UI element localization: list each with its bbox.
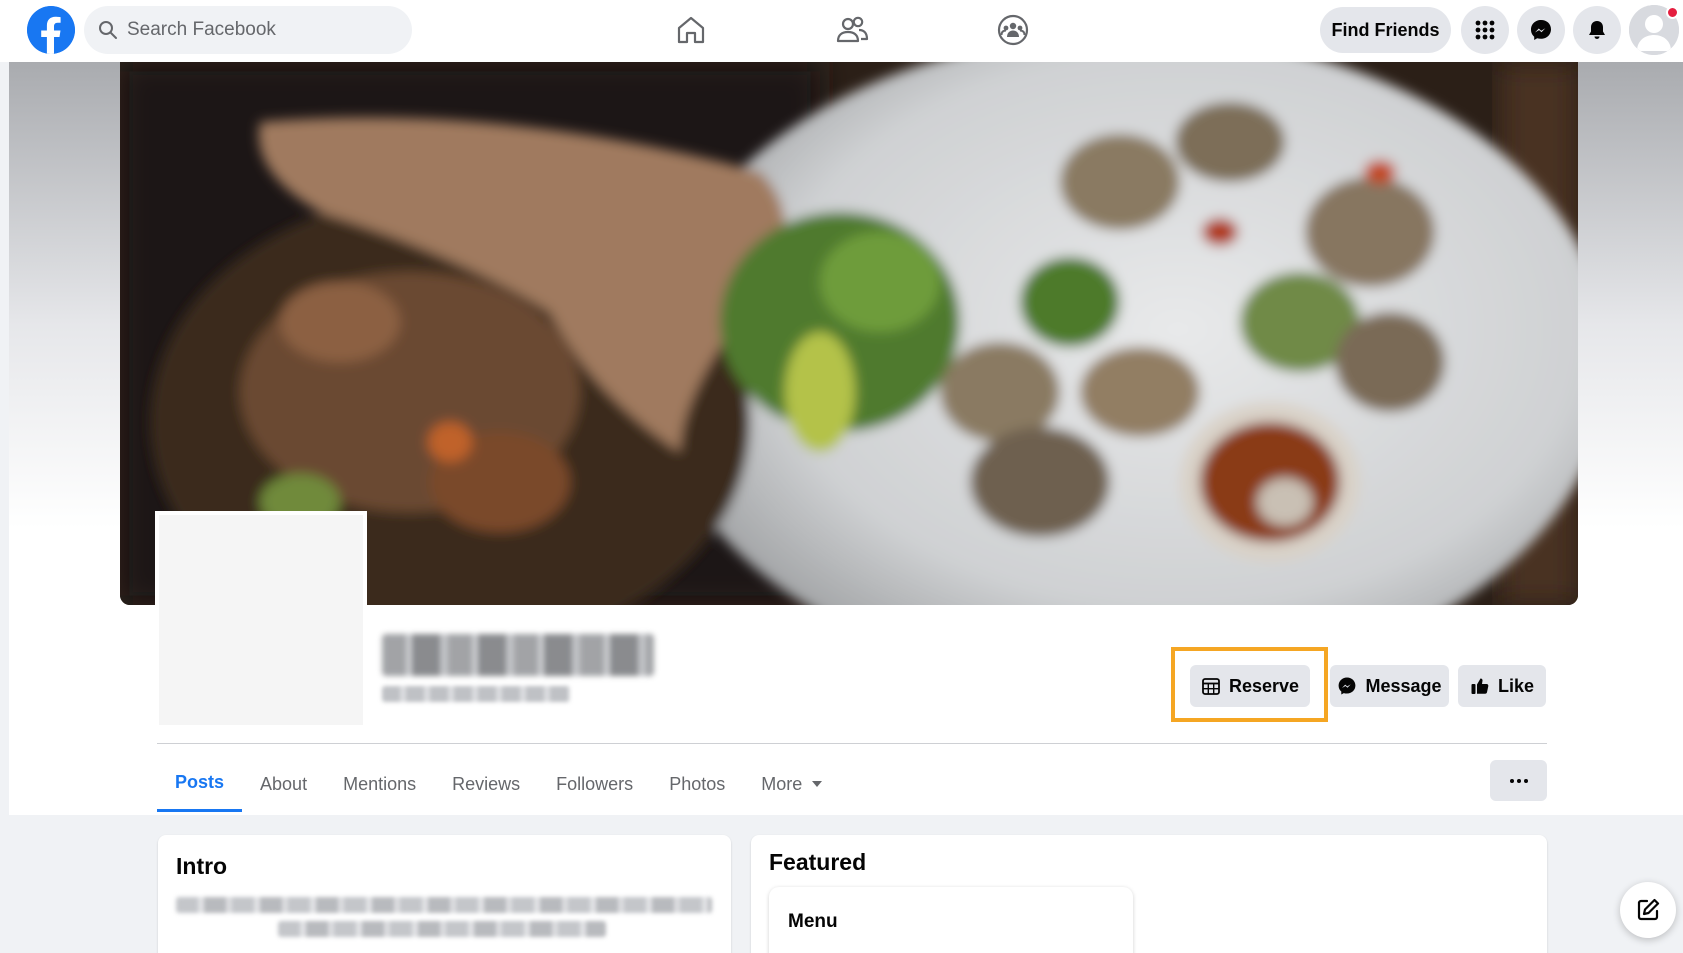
menu-grid-icon	[1475, 20, 1495, 40]
intro-card: Intro	[158, 835, 731, 953]
friends-nav-button[interactable]	[812, 6, 892, 54]
tab-about[interactable]: About	[242, 756, 325, 812]
tab-label: Followers	[556, 773, 634, 794]
tab-label: About	[260, 773, 308, 794]
reserve-highlight-box	[1171, 647, 1328, 722]
tab-mentions[interactable]: Mentions	[325, 756, 434, 812]
groups-nav-button[interactable]	[973, 6, 1053, 54]
compose-icon	[1637, 898, 1660, 921]
dot	[1523, 778, 1528, 783]
intro-title: Intro	[176, 853, 228, 879]
intro-text-redacted	[176, 897, 712, 913]
notifications-button[interactable]	[1573, 6, 1621, 54]
tab-label: Mentions	[343, 773, 417, 794]
tab-followers[interactable]: Followers	[538, 756, 651, 812]
like-label: Like	[1497, 675, 1535, 696]
groups-icon	[997, 14, 1029, 46]
menu-button[interactable]	[1461, 6, 1509, 54]
menu-label: Menu	[788, 911, 838, 932]
dot	[1509, 778, 1514, 783]
page-category-redacted	[382, 686, 570, 702]
tab-posts[interactable]: Posts	[157, 756, 243, 812]
profile-picture[interactable]	[155, 511, 367, 729]
message-button[interactable]: Message	[1330, 665, 1449, 707]
friends-icon	[836, 16, 869, 43]
tab-label: Photos	[669, 773, 726, 794]
new-message-button[interactable]	[1620, 882, 1676, 938]
dot	[1516, 778, 1521, 783]
message-label: Message	[1365, 675, 1442, 696]
featured-title: Featured	[769, 849, 867, 875]
search-icon	[99, 21, 117, 39]
like-button[interactable]: Like	[1458, 665, 1546, 707]
messenger-icon	[1531, 20, 1551, 40]
facebook-logo[interactable]	[27, 6, 75, 54]
profile-tabs: Posts About Mentions Reviews Followers P…	[157, 756, 840, 812]
header-divider	[157, 743, 1547, 744]
top-navigation-bar: Find Friends	[0, 0, 1683, 62]
tab-reviews[interactable]: Reviews	[434, 756, 538, 812]
tab-more[interactable]: More	[743, 756, 840, 812]
find-friends-button[interactable]: Find Friends	[1320, 7, 1451, 53]
tab-label: More	[761, 773, 803, 794]
home-icon	[677, 16, 705, 44]
more-options-button[interactable]	[1490, 760, 1547, 801]
caret-down-icon	[812, 781, 823, 787]
messenger-icon	[1339, 677, 1356, 695]
intro-text-redacted	[278, 921, 606, 937]
search-bar[interactable]	[84, 6, 412, 54]
featured-menu-card[interactable]: Menu	[769, 887, 1133, 953]
tab-label: Reviews	[452, 773, 521, 794]
tab-label: Posts	[175, 772, 225, 792]
tab-photos[interactable]: Photos	[651, 756, 743, 812]
search-input[interactable]	[127, 19, 387, 41]
thumbs-up-icon	[1471, 678, 1489, 694]
notifications-icon	[1589, 21, 1605, 39]
featured-card: Featured Menu	[751, 835, 1547, 953]
notification-badge	[1666, 6, 1679, 19]
page-name-redacted	[382, 634, 654, 676]
messenger-button[interactable]	[1517, 6, 1565, 54]
home-nav-button[interactable]	[651, 6, 731, 54]
